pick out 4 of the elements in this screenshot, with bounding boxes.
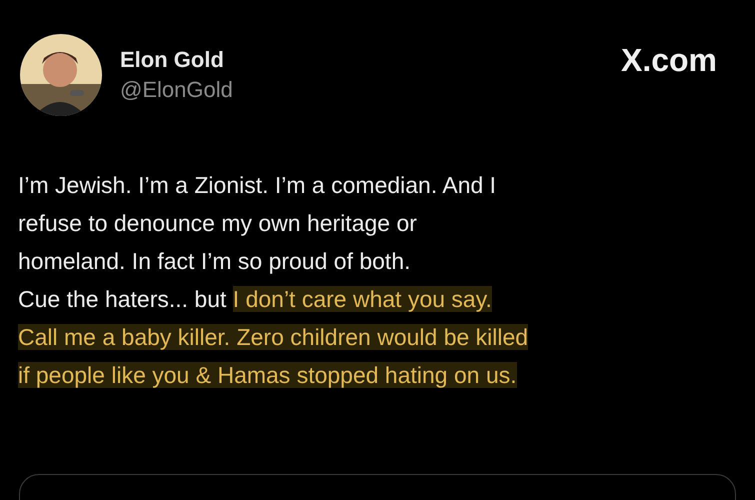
author-handle: @ElonGold	[120, 76, 233, 104]
site-label: X.com	[620, 41, 717, 80]
post-text: I’m Jewish. I’m a Zionist. I’m a comedian. And I refuse to denounce my own heritage or homeland. In fact I’m so proud of both. Cue the haters... but I don’t care what you say. Call me a baby killer. Zero children would be killed if people like you & Hamas stopped hating on us.	[18, 171, 530, 390]
author-name: Elon Gold	[120, 46, 225, 74]
